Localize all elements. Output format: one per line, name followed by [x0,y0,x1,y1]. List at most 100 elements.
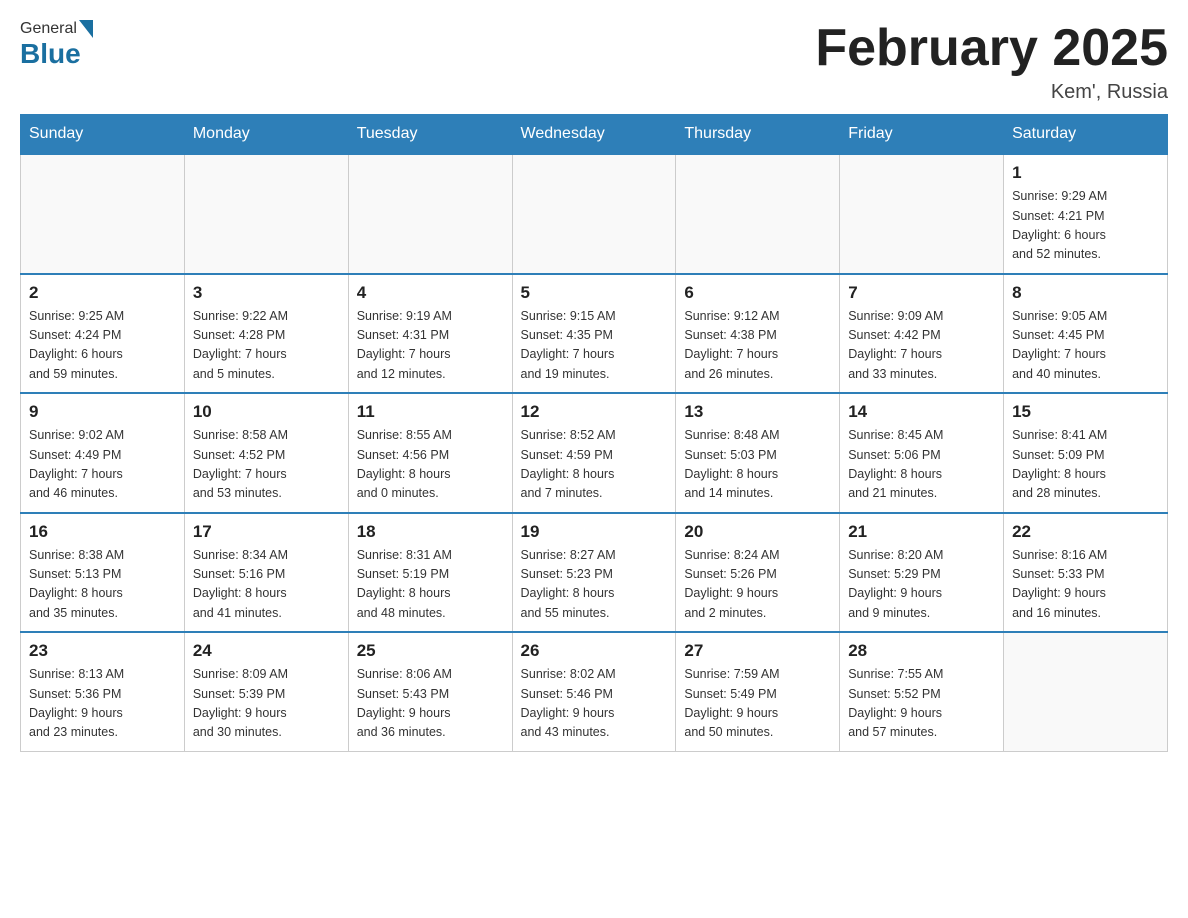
calendar-cell: 5 Sunrise: 9:15 AM Sunset: 4:35 PM Daylig… [512,274,676,394]
day-number: 26 [521,641,668,661]
calendar-week-3: 9 Sunrise: 9:02 AM Sunset: 4:49 PM Daylig… [21,393,1168,513]
day-info: Sunrise: 8:09 AM Sunset: 5:39 PM Dayligh… [193,665,340,743]
calendar-cell: 7 Sunrise: 9:09 AM Sunset: 4:42 PM Daylig… [840,274,1004,394]
day-number: 16 [29,522,176,542]
day-info: Sunrise: 8:48 AM Sunset: 5:03 PM Dayligh… [684,426,831,504]
weekday-header-row: SundayMondayTuesdayWednesdayThursdayFrid… [21,115,1168,155]
day-number: 24 [193,641,340,661]
calendar-week-5: 23 Sunrise: 8:13 AM Sunset: 5:36 PM Dayli… [21,632,1168,751]
calendar-cell: 12 Sunrise: 8:52 AM Sunset: 4:59 PM Dayli… [512,393,676,513]
day-number: 10 [193,402,340,422]
day-number: 27 [684,641,831,661]
calendar-cell: 19Sunrise: 8:27 AM Sunset: 5:23 PM Dayli… [512,513,676,633]
day-number: 15 [1012,402,1159,422]
day-info: Sunrise: 8:27 AM Sunset: 5:23 PM Dayligh… [521,546,668,624]
day-info: Sunrise: 9:09 AM Sunset: 4:42 PM Dayligh… [848,307,995,385]
day-number: 25 [357,641,504,661]
calendar-cell: 18 Sunrise: 8:31 AM Sunset: 5:19 PM Dayli… [348,513,512,633]
weekday-header-wednesday: Wednesday [512,115,676,155]
calendar-cell: 15 Sunrise: 8:41 AM Sunset: 5:09 PM Dayli… [1004,393,1168,513]
day-info: Sunrise: 9:05 AM Sunset: 4:45 PM Dayligh… [1012,307,1159,385]
calendar-cell: 1 Sunrise: 9:29 AM Sunset: 4:21 PM Daylig… [1004,154,1168,274]
day-info: Sunrise: 8:02 AM Sunset: 5:46 PM Dayligh… [521,665,668,743]
day-info: Sunrise: 8:41 AM Sunset: 5:09 PM Dayligh… [1012,426,1159,504]
day-info: Sunrise: 9:12 AM Sunset: 4:38 PM Dayligh… [684,307,831,385]
calendar-cell: 11 Sunrise: 8:55 AM Sunset: 4:56 PM Dayli… [348,393,512,513]
calendar-cell [676,154,840,274]
logo: General Blue [20,20,93,70]
calendar-cell: 27Sunrise: 7:59 AM Sunset: 5:49 PM Dayli… [676,632,840,751]
logo-triangle-icon [79,20,93,38]
day-number: 22 [1012,522,1159,542]
day-number: 2 [29,283,176,303]
day-number: 11 [357,402,504,422]
calendar-cell: 6 Sunrise: 9:12 AM Sunset: 4:38 PM Daylig… [676,274,840,394]
calendar-cell: 2 Sunrise: 9:25 AM Sunset: 4:24 PM Daylig… [21,274,185,394]
calendar-cell: 20 Sunrise: 8:24 AM Sunset: 5:26 PM Dayli… [676,513,840,633]
day-number: 1 [1012,163,1159,183]
day-info: Sunrise: 8:16 AM Sunset: 5:33 PM Dayligh… [1012,546,1159,624]
day-number: 7 [848,283,995,303]
day-info: Sunrise: 9:19 AM Sunset: 4:31 PM Dayligh… [357,307,504,385]
calendar-cell [1004,632,1168,751]
calendar-cell [21,154,185,274]
calendar-cell: 24 Sunrise: 8:09 AM Sunset: 5:39 PM Dayli… [184,632,348,751]
day-info: Sunrise: 9:02 AM Sunset: 4:49 PM Dayligh… [29,426,176,504]
calendar-cell: 17 Sunrise: 8:34 AM Sunset: 5:16 PM Dayli… [184,513,348,633]
day-number: 4 [357,283,504,303]
day-info: Sunrise: 9:29 AM Sunset: 4:21 PM Dayligh… [1012,187,1159,265]
calendar-cell: 10 Sunrise: 8:58 AM Sunset: 4:52 PM Dayli… [184,393,348,513]
day-number: 17 [193,522,340,542]
day-number: 9 [29,402,176,422]
calendar-cell: 9 Sunrise: 9:02 AM Sunset: 4:49 PM Daylig… [21,393,185,513]
calendar-cell: 16Sunrise: 8:38 AM Sunset: 5:13 PM Dayli… [21,513,185,633]
day-info: Sunrise: 8:45 AM Sunset: 5:06 PM Dayligh… [848,426,995,504]
weekday-header-monday: Monday [184,115,348,155]
day-number: 23 [29,641,176,661]
day-info: Sunrise: 7:55 AM Sunset: 5:52 PM Dayligh… [848,665,995,743]
page-header: General Blue February 2025 Kem', Russia [20,20,1168,104]
day-info: Sunrise: 9:22 AM Sunset: 4:28 PM Dayligh… [193,307,340,385]
day-number: 20 [684,522,831,542]
day-info: Sunrise: 8:58 AM Sunset: 4:52 PM Dayligh… [193,426,340,504]
day-number: 21 [848,522,995,542]
calendar-cell: 14 Sunrise: 8:45 AM Sunset: 5:06 PM Dayli… [840,393,1004,513]
day-info: Sunrise: 8:34 AM Sunset: 5:16 PM Dayligh… [193,546,340,624]
day-info: Sunrise: 8:31 AM Sunset: 5:19 PM Dayligh… [357,546,504,624]
day-number: 28 [848,641,995,661]
calendar-cell: 13Sunrise: 8:48 AM Sunset: 5:03 PM Dayli… [676,393,840,513]
calendar-cell [512,154,676,274]
calendar-cell: 28 Sunrise: 7:55 AM Sunset: 5:52 PM Dayli… [840,632,1004,751]
logo-general-text: General [20,20,77,38]
weekday-header-tuesday: Tuesday [348,115,512,155]
day-info: Sunrise: 8:52 AM Sunset: 4:59 PM Dayligh… [521,426,668,504]
calendar-cell [184,154,348,274]
calendar-table: SundayMondayTuesdayWednesdayThursdayFrid… [20,114,1168,752]
month-title: February 2025 [815,20,1168,77]
calendar-cell: 23 Sunrise: 8:13 AM Sunset: 5:36 PM Dayli… [21,632,185,751]
day-info: Sunrise: 9:15 AM Sunset: 4:35 PM Dayligh… [521,307,668,385]
calendar-cell: 3 Sunrise: 9:22 AM Sunset: 4:28 PM Daylig… [184,274,348,394]
location-label: Kem', Russia [815,81,1168,104]
day-info: Sunrise: 8:20 AM Sunset: 5:29 PM Dayligh… [848,546,995,624]
calendar-cell: 25 Sunrise: 8:06 AM Sunset: 5:43 PM Dayli… [348,632,512,751]
day-info: Sunrise: 8:13 AM Sunset: 5:36 PM Dayligh… [29,665,176,743]
calendar-cell: 4 Sunrise: 9:19 AM Sunset: 4:31 PM Daylig… [348,274,512,394]
calendar-cell: 22 Sunrise: 8:16 AM Sunset: 5:33 PM Dayli… [1004,513,1168,633]
day-number: 3 [193,283,340,303]
day-number: 5 [521,283,668,303]
calendar-cell [348,154,512,274]
title-section: February 2025 Kem', Russia [815,20,1168,104]
day-number: 8 [1012,283,1159,303]
day-info: Sunrise: 8:55 AM Sunset: 4:56 PM Dayligh… [357,426,504,504]
day-number: 18 [357,522,504,542]
day-info: Sunrise: 8:24 AM Sunset: 5:26 PM Dayligh… [684,546,831,624]
day-number: 12 [521,402,668,422]
weekday-header-saturday: Saturday [1004,115,1168,155]
day-info: Sunrise: 9:25 AM Sunset: 4:24 PM Dayligh… [29,307,176,385]
calendar-cell: 8 Sunrise: 9:05 AM Sunset: 4:45 PM Daylig… [1004,274,1168,394]
day-info: Sunrise: 8:06 AM Sunset: 5:43 PM Dayligh… [357,665,504,743]
day-number: 6 [684,283,831,303]
day-number: 14 [848,402,995,422]
weekday-header-friday: Friday [840,115,1004,155]
